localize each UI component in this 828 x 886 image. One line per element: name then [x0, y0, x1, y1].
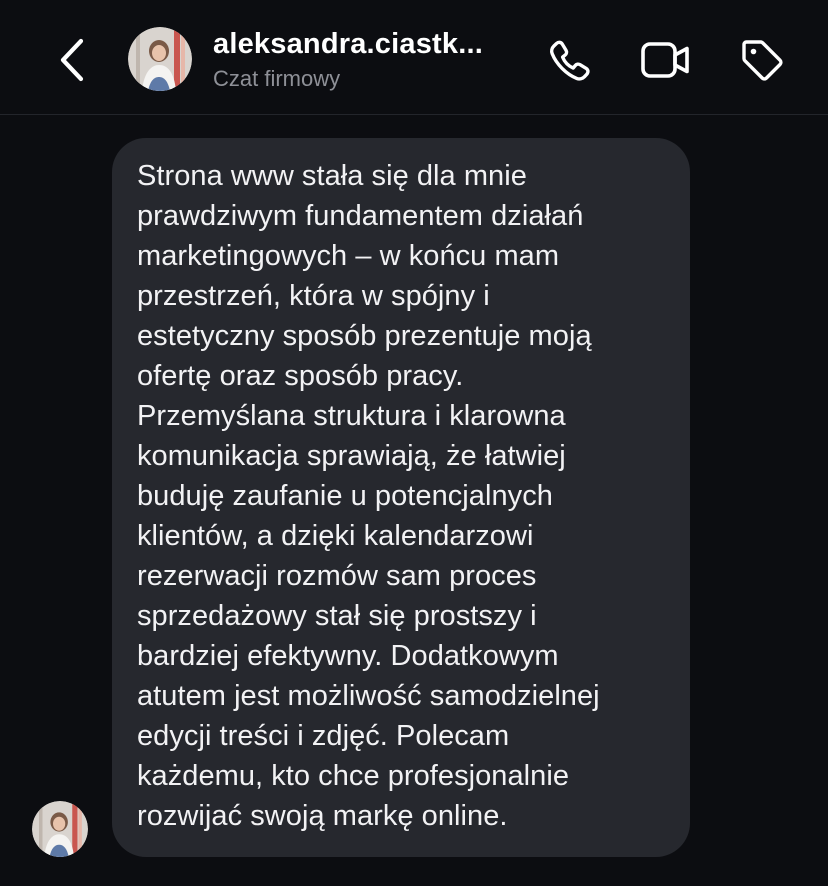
back-button[interactable] — [50, 34, 94, 86]
avatar[interactable] — [128, 27, 192, 91]
call-button[interactable] — [542, 32, 598, 88]
tag-icon — [742, 40, 783, 81]
chevron-left-icon — [60, 38, 84, 82]
phone-icon — [550, 40, 590, 81]
label-button[interactable] — [734, 32, 790, 88]
sender-avatar[interactable] — [32, 801, 88, 857]
video-call-button[interactable] — [638, 32, 694, 88]
message-text: Strona www stała się dla mnie prawdziwym… — [137, 160, 600, 832]
chat-type-label: Czat firmowy — [213, 66, 341, 91]
profile-photo — [128, 27, 192, 91]
contact-username: aleksandra.ciastk... — [213, 28, 483, 60]
chat-screen: aleksandra.ciastk... Czat firmowy Strona… — [0, 0, 828, 886]
video-camera-icon — [641, 42, 689, 78]
message-bubble[interactable]: Strona www stała się dla mnie prawdziwym… — [112, 138, 690, 857]
chat-title-block[interactable]: aleksandra.ciastk... Czat firmowy — [213, 24, 523, 94]
profile-photo — [32, 801, 88, 857]
chat-header: aleksandra.ciastk... Czat firmowy — [0, 0, 828, 115]
